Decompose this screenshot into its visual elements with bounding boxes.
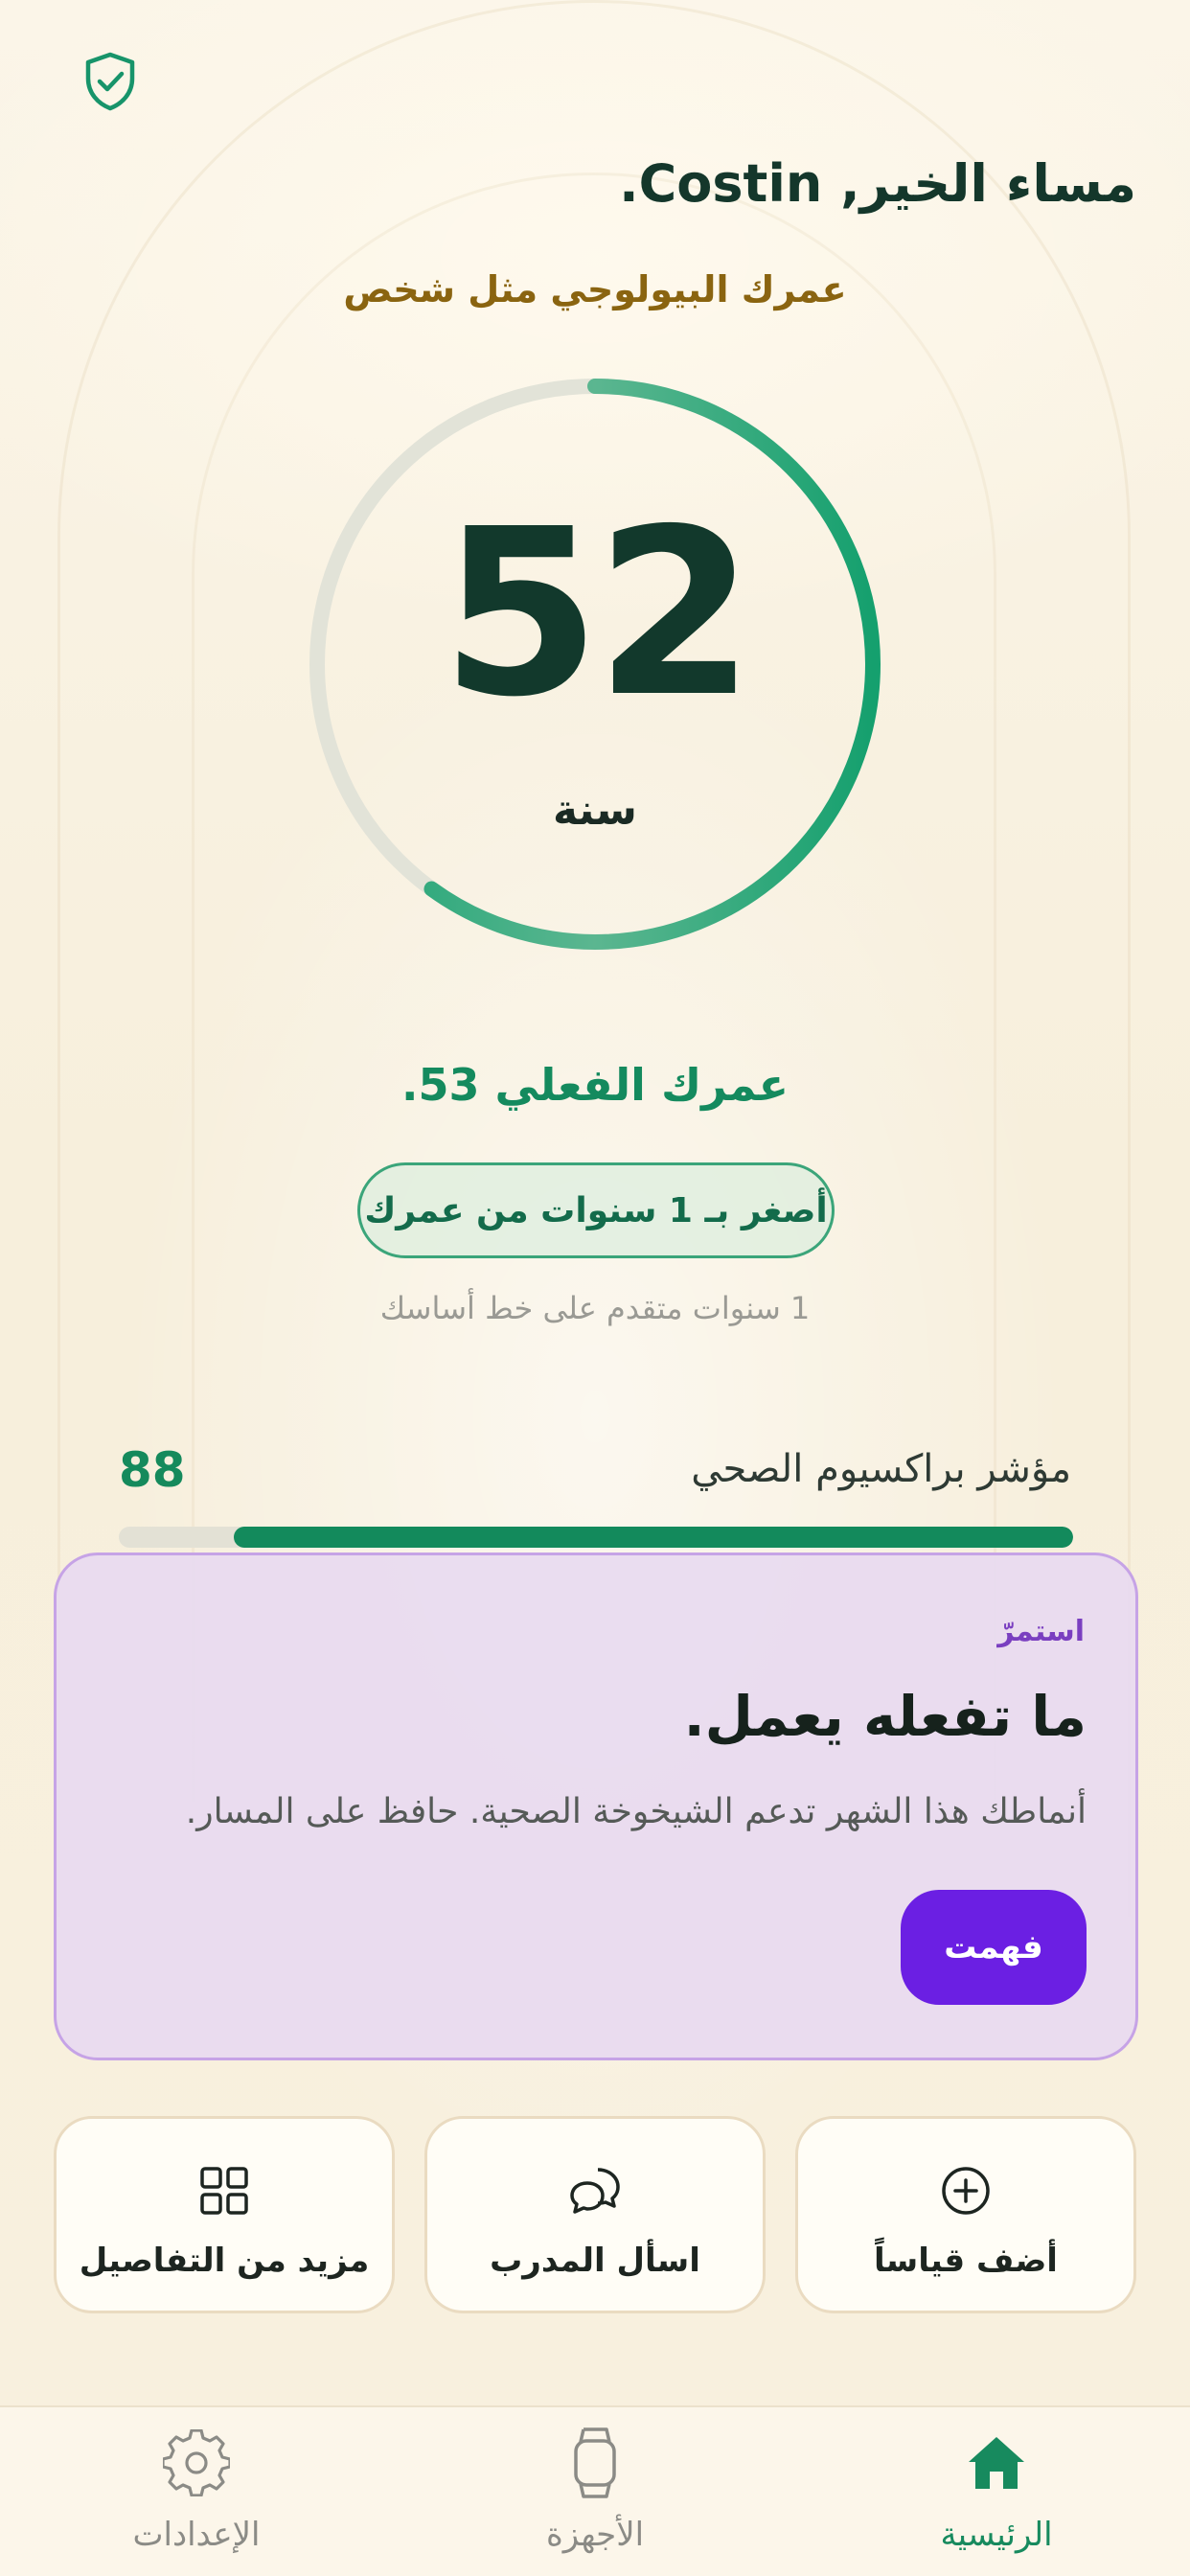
- bio-age-value: 52: [441, 479, 755, 748]
- younger-badge: أصغر بـ 1 سنوات من عمرك: [357, 1162, 835, 1258]
- nav-settings[interactable]: الإعدادات: [53, 2420, 340, 2573]
- bio-age-unit: سنة: [553, 786, 637, 835]
- watch-icon: [451, 2420, 739, 2506]
- chat-bubbles-icon: [427, 2157, 763, 2224]
- baseline-text: 1 سنوات متقدم على خط أساسك: [379, 1290, 811, 1326]
- nav-home-label: الرئيسية: [940, 2516, 1053, 2554]
- nav-settings-label: الإعدادات: [132, 2516, 261, 2554]
- shield-check-icon[interactable]: [79, 50, 142, 113]
- nav-home[interactable]: الرئيسية: [853, 2420, 1140, 2573]
- insight-title: ما تفعله يعمل.: [683, 1684, 1087, 1749]
- nav-devices[interactable]: الأجهزة: [451, 2420, 739, 2573]
- health-index-bar-fill: [233, 1527, 1073, 1548]
- bio-age-label: عمرك البيولوجي مثل شخص: [343, 268, 847, 310]
- tile-add-measurement[interactable]: أضف قياساً: [795, 2116, 1136, 2313]
- plus-circle-icon: [798, 2157, 1133, 2224]
- health-index-value: 88: [119, 1442, 186, 1498]
- tile-more-details[interactable]: مزيد من التفاصيل: [54, 2116, 395, 2313]
- insight-kicker: استمرّ: [997, 1615, 1085, 1648]
- tile-label: مزيد من التفاصيل: [79, 2242, 370, 2280]
- health-index-label: مؤشر براكسيوم الصحي: [691, 1447, 1071, 1491]
- nav-devices-label: الأجهزة: [545, 2516, 645, 2554]
- greeting-title: مساء الخير, Costin.: [619, 153, 1136, 214]
- health-index-bar: [119, 1527, 1073, 1548]
- got-it-button[interactable]: فهمت: [901, 1890, 1087, 2005]
- grid-icon: [57, 2157, 392, 2224]
- tile-ask-coach[interactable]: اسأل المدرب: [424, 2116, 766, 2313]
- tile-label: اسأل المدرب: [490, 2242, 700, 2280]
- gear-icon: [53, 2420, 340, 2506]
- insight-body: أنماطك هذا الشهر تدعم الشيخوخة الصحية. ح…: [185, 1792, 1087, 1831]
- tile-label: أضف قياساً: [874, 2242, 1058, 2280]
- actual-age-text: عمرك الفعلي 53.: [401, 1059, 789, 1111]
- home-icon: [853, 2420, 1140, 2506]
